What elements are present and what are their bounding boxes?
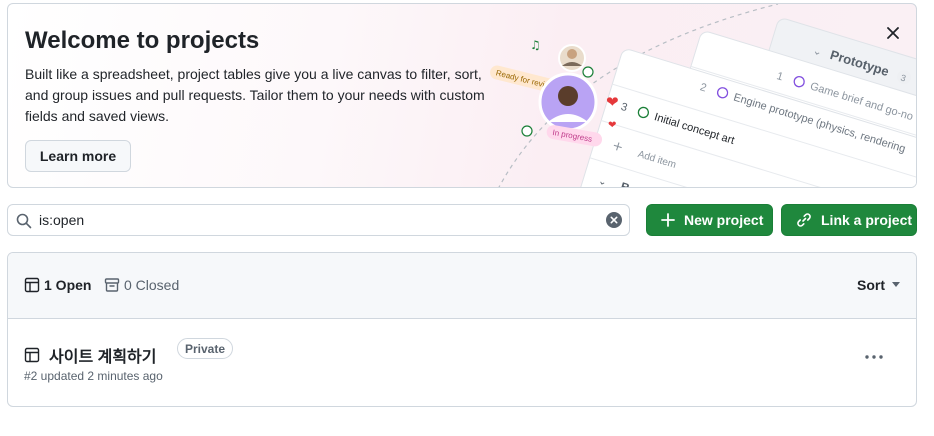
list-header: 1 Open 0 Closed Sort bbox=[8, 253, 916, 319]
project-meta: #2 updated 2 minutes ago bbox=[24, 369, 163, 383]
learn-more-button[interactable]: Learn more bbox=[25, 140, 131, 172]
svg-text:❤: ❤ bbox=[608, 120, 616, 131]
sort-label: Sort bbox=[857, 277, 885, 293]
visibility-badge: Private bbox=[177, 338, 234, 359]
welcome-banner: Welcome to projects Built like a spreads… bbox=[7, 3, 917, 188]
link-project-label: Link a project bbox=[821, 212, 913, 228]
banner-description: Built like a spreadsheet, project tables… bbox=[25, 66, 485, 124]
svg-text:❤: ❤ bbox=[606, 93, 619, 111]
search-icon bbox=[16, 213, 32, 229]
table-icon bbox=[24, 347, 40, 363]
close-icon bbox=[887, 27, 899, 39]
archive-icon bbox=[104, 278, 120, 292]
link-project-button[interactable]: Link a project bbox=[781, 204, 917, 236]
new-project-label: New project bbox=[684, 212, 764, 228]
project-title-link[interactable]: 사이트 계획하기 bbox=[49, 343, 157, 367]
closed-filter-tab[interactable]: 0 Closed bbox=[104, 277, 179, 293]
link-icon bbox=[797, 213, 811, 227]
project-options-button[interactable] bbox=[864, 349, 884, 365]
project-row[interactable]: 사이트 계획하기 Private #2 updated 2 minutes ag… bbox=[8, 319, 916, 406]
caret-down-icon bbox=[892, 282, 900, 287]
banner-title: Welcome to projects bbox=[25, 27, 260, 54]
sort-dropdown[interactable]: Sort bbox=[857, 277, 900, 293]
table-icon bbox=[24, 277, 40, 293]
plus-icon bbox=[661, 213, 675, 227]
closed-count-label: 0 Closed bbox=[124, 277, 180, 293]
new-project-button[interactable]: New project bbox=[646, 204, 773, 236]
clear-search-icon[interactable] bbox=[606, 212, 622, 228]
kebab-horizontal-icon bbox=[865, 355, 883, 359]
search-bar bbox=[7, 204, 630, 236]
open-filter-tab[interactable]: 1 Open bbox=[24, 277, 91, 293]
projects-list: 1 Open 0 Closed Sort 사이트 계획하기 Private #2… bbox=[7, 252, 917, 407]
close-banner-button[interactable] bbox=[882, 22, 904, 44]
svg-text:♫: ♫ bbox=[530, 38, 541, 52]
open-count-label: 1 Open bbox=[44, 277, 92, 293]
search-input[interactable] bbox=[39, 210, 599, 230]
projects-illustration: Prototype ⌄ 3 1 Game brief and go-no 2 E… bbox=[490, 4, 916, 187]
